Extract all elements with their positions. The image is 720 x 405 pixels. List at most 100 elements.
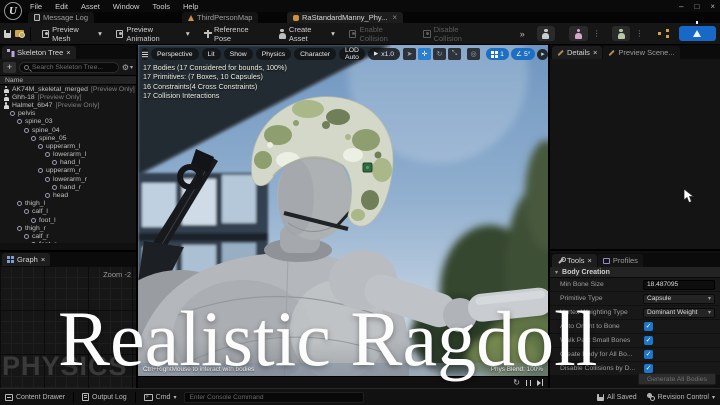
grid-snap-toggle[interactable]: 1 — [486, 48, 509, 60]
tree-row[interactable]: lowerarm_l — [0, 151, 136, 159]
close-tab-icon[interactable]: × — [66, 48, 70, 57]
cmd-dropdown[interactable]: > Cmd ▾ — [143, 393, 176, 401]
menu-file[interactable]: File — [30, 2, 42, 11]
move-tool-button[interactable]: ✛ — [418, 48, 432, 60]
tree-row[interactable]: head — [0, 191, 136, 199]
tree-row[interactable]: lowerarm_r — [0, 175, 136, 183]
vertex-weighting-select[interactable]: Dominant Weight ▾ — [643, 307, 715, 318]
close-tab-icon[interactable]: × — [593, 48, 597, 57]
viewport-expand-button[interactable]: ▸ — [537, 48, 548, 60]
simulate-button[interactable] — [678, 21, 716, 41]
reference-pose-button[interactable]: Reference Pose — [199, 23, 269, 45]
tree-row[interactable]: thigh_r — [0, 224, 136, 232]
tree-row[interactable]: upperarm_r — [0, 167, 136, 175]
select-tool-button[interactable]: ➤ — [403, 48, 417, 60]
all-saved-button[interactable]: All Saved — [597, 393, 637, 401]
tree-row[interactable]: foot_l — [0, 216, 136, 224]
primitive-type-select[interactable]: Capsule ▾ — [643, 293, 715, 304]
tree-row[interactable]: AK74M_skeletal_merged [Preview Only] — [0, 85, 136, 93]
step-forward-icon[interactable] — [537, 379, 544, 386]
minimize-button[interactable]: – — [679, 2, 683, 11]
scale-tool-button[interactable]: ⤡ — [448, 48, 462, 60]
dropdown-dots-icon[interactable]: ⋮ — [593, 29, 601, 38]
tree-row[interactable]: spine_05 — [0, 134, 136, 142]
tab-preview-scene[interactable]: Preview Scene... — [603, 46, 680, 59]
tab-details[interactable]: Details × — [552, 46, 603, 59]
save-icon[interactable] — [4, 29, 12, 38]
perspective-dropdown[interactable]: Perspective — [151, 48, 199, 60]
preview-animation-button[interactable]: Preview Animation ▾ — [111, 23, 195, 45]
simulate-options-button[interactable] — [611, 26, 631, 41]
lit-dropdown[interactable]: Lit — [201, 48, 221, 60]
output-log-button[interactable]: Output Log — [82, 393, 127, 401]
tree-row[interactable]: pelvis — [0, 110, 136, 118]
body-creation-section[interactable]: ▾ Body Creation — [550, 267, 720, 278]
tree-row[interactable]: upperarm_l — [0, 142, 136, 150]
menu-tools[interactable]: Tools — [152, 2, 170, 11]
create-body-all-bones-checkbox[interactable]: ✓ — [644, 350, 653, 359]
menu-asset[interactable]: Asset — [81, 2, 100, 11]
min-bone-size-input[interactable]: 18.487095 — [643, 279, 715, 290]
graph-canvas[interactable]: Zoom -2 PHYSICS — [0, 266, 136, 388]
skeleton-search-box[interactable] — [19, 61, 119, 73]
physics-dropdown[interactable]: Physics — [255, 48, 292, 60]
browse-content-icon[interactable] — [15, 30, 26, 38]
unreal-logo-icon[interactable]: U — [4, 2, 22, 20]
content-drawer-button[interactable]: Content Drawer — [5, 393, 65, 401]
disable-collisions-checkbox[interactable]: ✓ — [644, 364, 653, 373]
character-dropdown[interactable]: Character — [294, 48, 336, 60]
tree-row[interactable]: hand_l — [0, 159, 136, 167]
close-tab-icon[interactable]: × — [41, 255, 45, 264]
tab-graph[interactable]: Graph × — [2, 253, 51, 266]
close-tab-icon[interactable]: × — [392, 13, 397, 22]
auto-orient-checkbox[interactable]: ✓ — [644, 322, 653, 331]
play-rate-button[interactable]: ▶ x1.0 — [367, 48, 401, 60]
tree-row[interactable]: calf_r — [0, 232, 136, 240]
viewport[interactable]: Perspective Lit Show Physics Character L… — [138, 45, 548, 388]
close-tab-icon[interactable]: × — [588, 256, 592, 265]
walk-past-small-bones-checkbox[interactable]: ✓ — [644, 336, 653, 345]
skeleton-search-input[interactable] — [32, 63, 114, 71]
tree-row[interactable]: Halmet_6b47 [Preview Only] — [0, 101, 136, 109]
tree-row[interactable]: Ghh-18 [Preview Only] — [0, 93, 136, 101]
constraint-profiles-button[interactable] — [654, 26, 673, 41]
tab-profiles[interactable]: Profiles — [597, 254, 643, 267]
create-asset-button[interactable]: Create Asset ▾ — [273, 23, 340, 45]
menu-edit[interactable]: Edit — [55, 2, 68, 11]
pause-icon[interactable] — [526, 379, 531, 386]
maximize-button[interactable]: □ — [694, 2, 699, 11]
loop-icon[interactable]: ↻ — [513, 378, 520, 387]
tab-skeleton-tree[interactable]: Skeleton Tree × — [2, 46, 76, 59]
add-bone-button[interactable]: + — [3, 61, 16, 73]
revision-control-dropdown[interactable]: Revision Control ▾ — [646, 393, 715, 401]
tree-options-button[interactable]: ⚙ ▾ — [122, 63, 133, 72]
viewport-menu-button[interactable] — [142, 48, 148, 60]
menu-help[interactable]: Help — [183, 2, 198, 11]
enable-collision-button[interactable]: Enable Collision — [344, 23, 414, 45]
console-input[interactable] — [189, 393, 360, 401]
toolbar-overflow-icon[interactable]: » — [520, 29, 525, 39]
physical-animation-button[interactable] — [569, 26, 588, 41]
dropdown-dots-icon[interactable]: ⋮ — [635, 29, 643, 38]
generate-all-bodies-button[interactable]: Generate All Bodies — [637, 373, 716, 385]
tree-row[interactable]: spine_03 — [0, 118, 136, 126]
lod-dropdown[interactable]: LOD Auto — [338, 47, 365, 61]
console-input-box[interactable] — [184, 391, 365, 403]
tab-message-log[interactable]: Message Log — [28, 12, 95, 23]
tree-row[interactable]: hand_r — [0, 183, 136, 191]
tree-row[interactable]: foot_r — [0, 241, 136, 243]
close-button[interactable]: × — [710, 2, 715, 11]
tree-row[interactable]: spine_04 — [0, 126, 136, 134]
tab-physics-asset[interactable]: RaStandardManny_Phy... × — [287, 12, 403, 23]
tree-row[interactable]: thigh_l — [0, 200, 136, 208]
world-coordinate-button[interactable]: ◎ — [467, 48, 481, 60]
angle-snap-toggle[interactable]: ∠ 5° — [510, 48, 536, 60]
rotate-tool-button[interactable]: ↻ — [433, 48, 447, 60]
add-body-button[interactable] — [536, 26, 556, 41]
menu-window[interactable]: Window — [113, 2, 140, 11]
preview-mesh-button[interactable]: Preview Mesh ▾ — [37, 23, 107, 45]
tab-tools[interactable]: Tools × — [552, 254, 597, 267]
tab-thirdpersonmap[interactable]: ThirdPersonMap — [182, 12, 259, 23]
tree-row[interactable]: calf_l — [0, 208, 136, 216]
show-dropdown[interactable]: Show — [223, 48, 253, 60]
